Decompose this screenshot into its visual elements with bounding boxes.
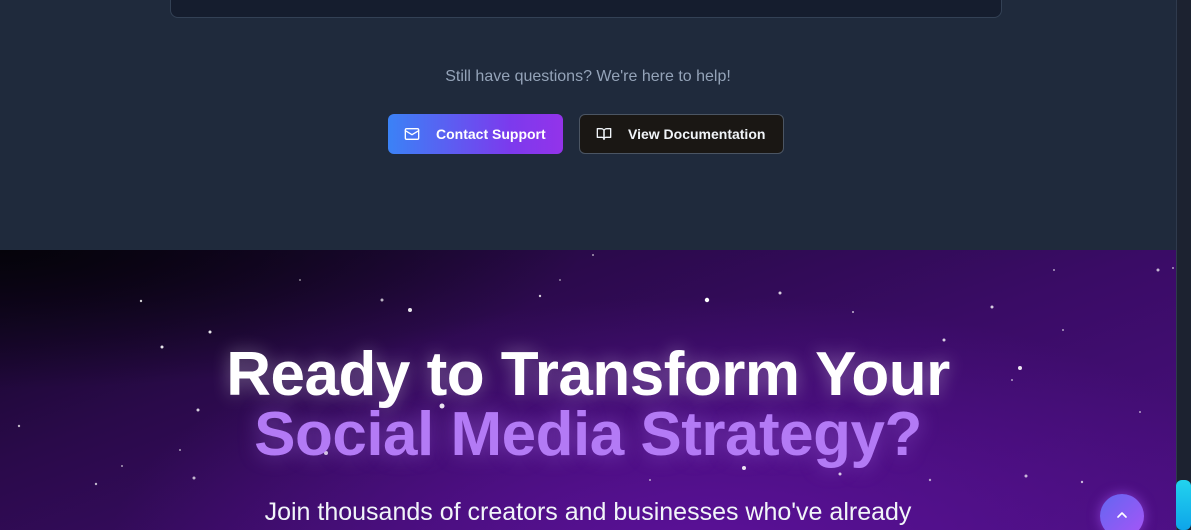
scroll-to-top-button[interactable]: [1100, 494, 1144, 530]
book-open-icon: [596, 127, 612, 140]
cta-section: Ready to Transform Your Social Media Str…: [0, 250, 1176, 530]
cta-subline: Join thousands of creators and businesse…: [264, 498, 912, 526]
contact-support-button[interactable]: Contact Support: [388, 114, 563, 154]
cta-headline: Ready to Transform Your Social Media Str…: [0, 340, 1176, 469]
help-text: Still have questions? We're here to help…: [445, 68, 731, 85]
scrollbar-thumb[interactable]: [1176, 480, 1191, 530]
page-scrollbar[interactable]: [1176, 0, 1191, 530]
page: Still have questions? We're here to help…: [0, 0, 1191, 530]
mail-icon: [404, 128, 420, 140]
faq-card: [170, 0, 1002, 18]
faq-section: Still have questions? We're here to help…: [0, 0, 1176, 250]
headline-line-2: Social Media Strategy?: [254, 400, 922, 469]
chevron-up-icon: [1117, 512, 1127, 518]
view-documentation-label: View Documentation: [628, 126, 766, 142]
headline-line-1: Ready to Transform Your: [226, 340, 950, 409]
view-documentation-button[interactable]: View Documentation: [579, 114, 784, 154]
contact-support-label: Contact Support: [436, 126, 546, 142]
